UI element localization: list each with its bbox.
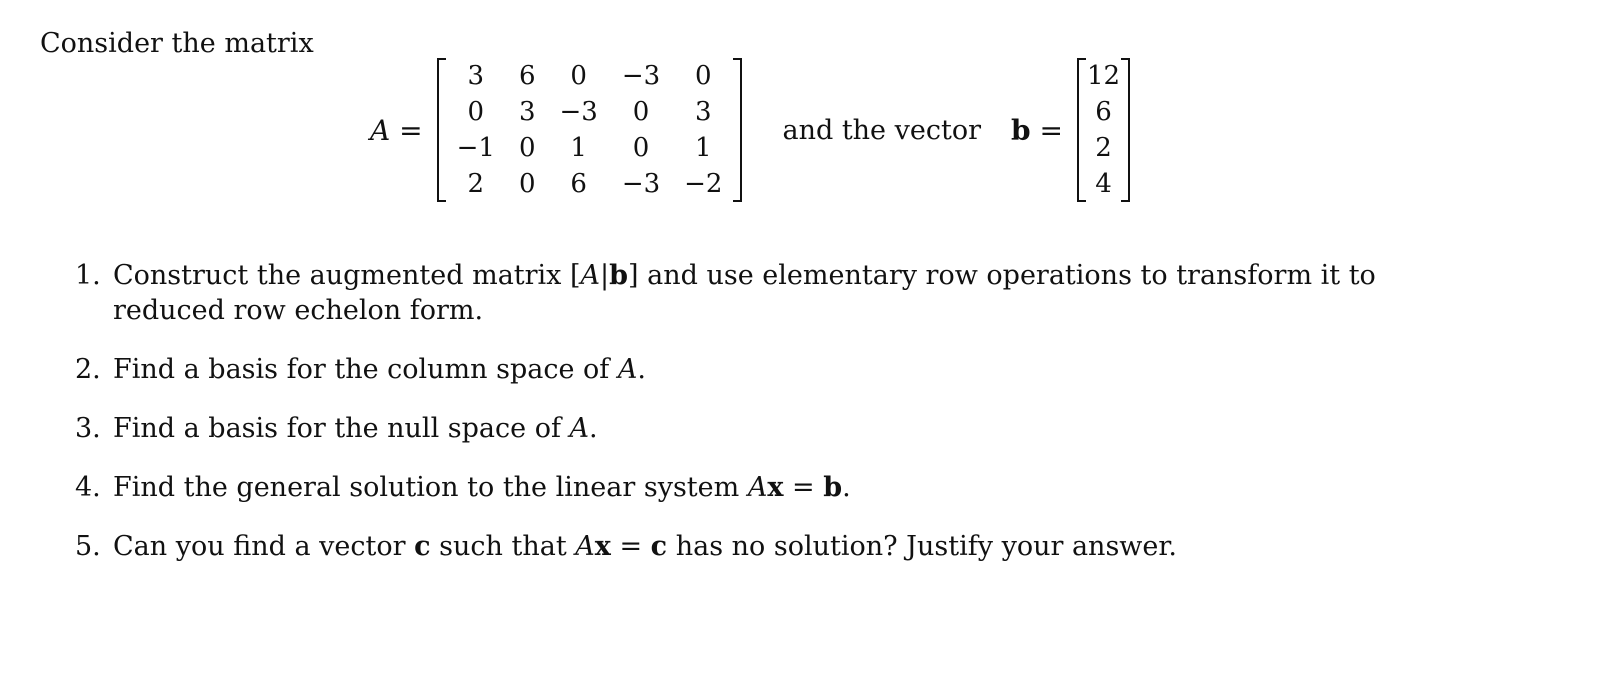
question-text: Find a basis for the column space of A.: [113, 354, 646, 385]
matrix-cell: 0: [632, 97, 650, 127]
matrix-cell: 2: [467, 169, 485, 199]
matrix-cell: −3: [559, 97, 598, 127]
question-item: 2. Find a basis for the column space of A…: [75, 352, 1475, 387]
matrix-cell: 0: [632, 133, 650, 163]
question-text: Find a basis for the null space of A.: [113, 413, 598, 444]
matrix-cell: 3: [695, 97, 712, 127]
question-number: 1.: [75, 260, 101, 291]
matrix-cell: 0: [518, 169, 536, 199]
vector-cell: 4: [1095, 169, 1112, 199]
matrix-row: 0 3 −3 0 3: [445, 94, 735, 130]
question-text: Construct the augmented matrix [A|b] and…: [113, 260, 1376, 326]
question-number: 5.: [75, 531, 101, 562]
vector-b: 12 6 2 4: [1076, 58, 1131, 202]
vector-cell: 12: [1086, 61, 1121, 91]
question-number: 4.: [75, 472, 101, 503]
vector-cell: 6: [1095, 97, 1112, 127]
question-item: 1. Construct the augmented matrix [A|b] a…: [75, 258, 1475, 328]
matrix-row: 3 6 0 −3 0: [445, 58, 735, 94]
matrix-row: 2 0 6 −3 −2: [445, 166, 735, 202]
matrix-cell: −3: [621, 169, 661, 199]
matrix-cell: 0: [518, 133, 536, 163]
matrix-a-label: A =: [370, 113, 423, 147]
question-number: 2.: [75, 354, 101, 385]
matrix-cell: 3: [467, 61, 485, 91]
matrix-cell: 6: [570, 169, 587, 199]
matrix-cell: 0: [467, 97, 485, 127]
question-list: 1. Construct the augmented matrix [A|b] a…: [75, 258, 1475, 588]
matrix-cell: 3: [518, 97, 536, 127]
question-item: 5. Can you find a vector c such that Ax =…: [75, 529, 1475, 564]
matrix-cell: −1: [456, 133, 495, 163]
vector-b-label: b =: [1011, 113, 1063, 147]
equation-row: A = 3 6 0 −3 0 0 3 −3 0 3 −1 0 1 0 1 2 0 6 −3 −2 and the ve…: [370, 55, 1131, 205]
question-number: 3.: [75, 413, 101, 444]
matrix-a-table: 3 6 0 −3 0 0 3 −3 0 3 −1 0 1 0 1 2 0 6 −3 −2: [445, 58, 735, 202]
matrix-cell: 1: [695, 133, 712, 163]
matrix-cell: 1: [570, 133, 587, 163]
matrix-cell: 0: [570, 61, 587, 91]
matrix-cell: 6: [518, 61, 536, 91]
vector-cell: 2: [1095, 133, 1112, 163]
question-item: 4. Find the general solution to the linea…: [75, 470, 1475, 505]
question-item: 3. Find a basis for the null space of A.: [75, 411, 1475, 446]
matrix-cell: −2: [684, 169, 723, 199]
matrix-cell: 0: [695, 61, 712, 91]
matrix-row: −1 0 1 0 1: [445, 130, 735, 166]
matrix-cell: −3: [621, 61, 661, 91]
intro-text: Consider the matrix: [40, 28, 314, 59]
question-text: Can you find a vector c such that Ax = c…: [113, 531, 1177, 562]
vector-b-table: 12 6 2 4: [1085, 58, 1122, 202]
connector-text: and the vector: [782, 114, 981, 146]
matrix-a: 3 6 0 −3 0 0 3 −3 0 3 −1 0 1 0 1 2 0 6 −3 −2: [436, 58, 743, 202]
question-text: Find the general solution to the linear …: [113, 472, 851, 503]
